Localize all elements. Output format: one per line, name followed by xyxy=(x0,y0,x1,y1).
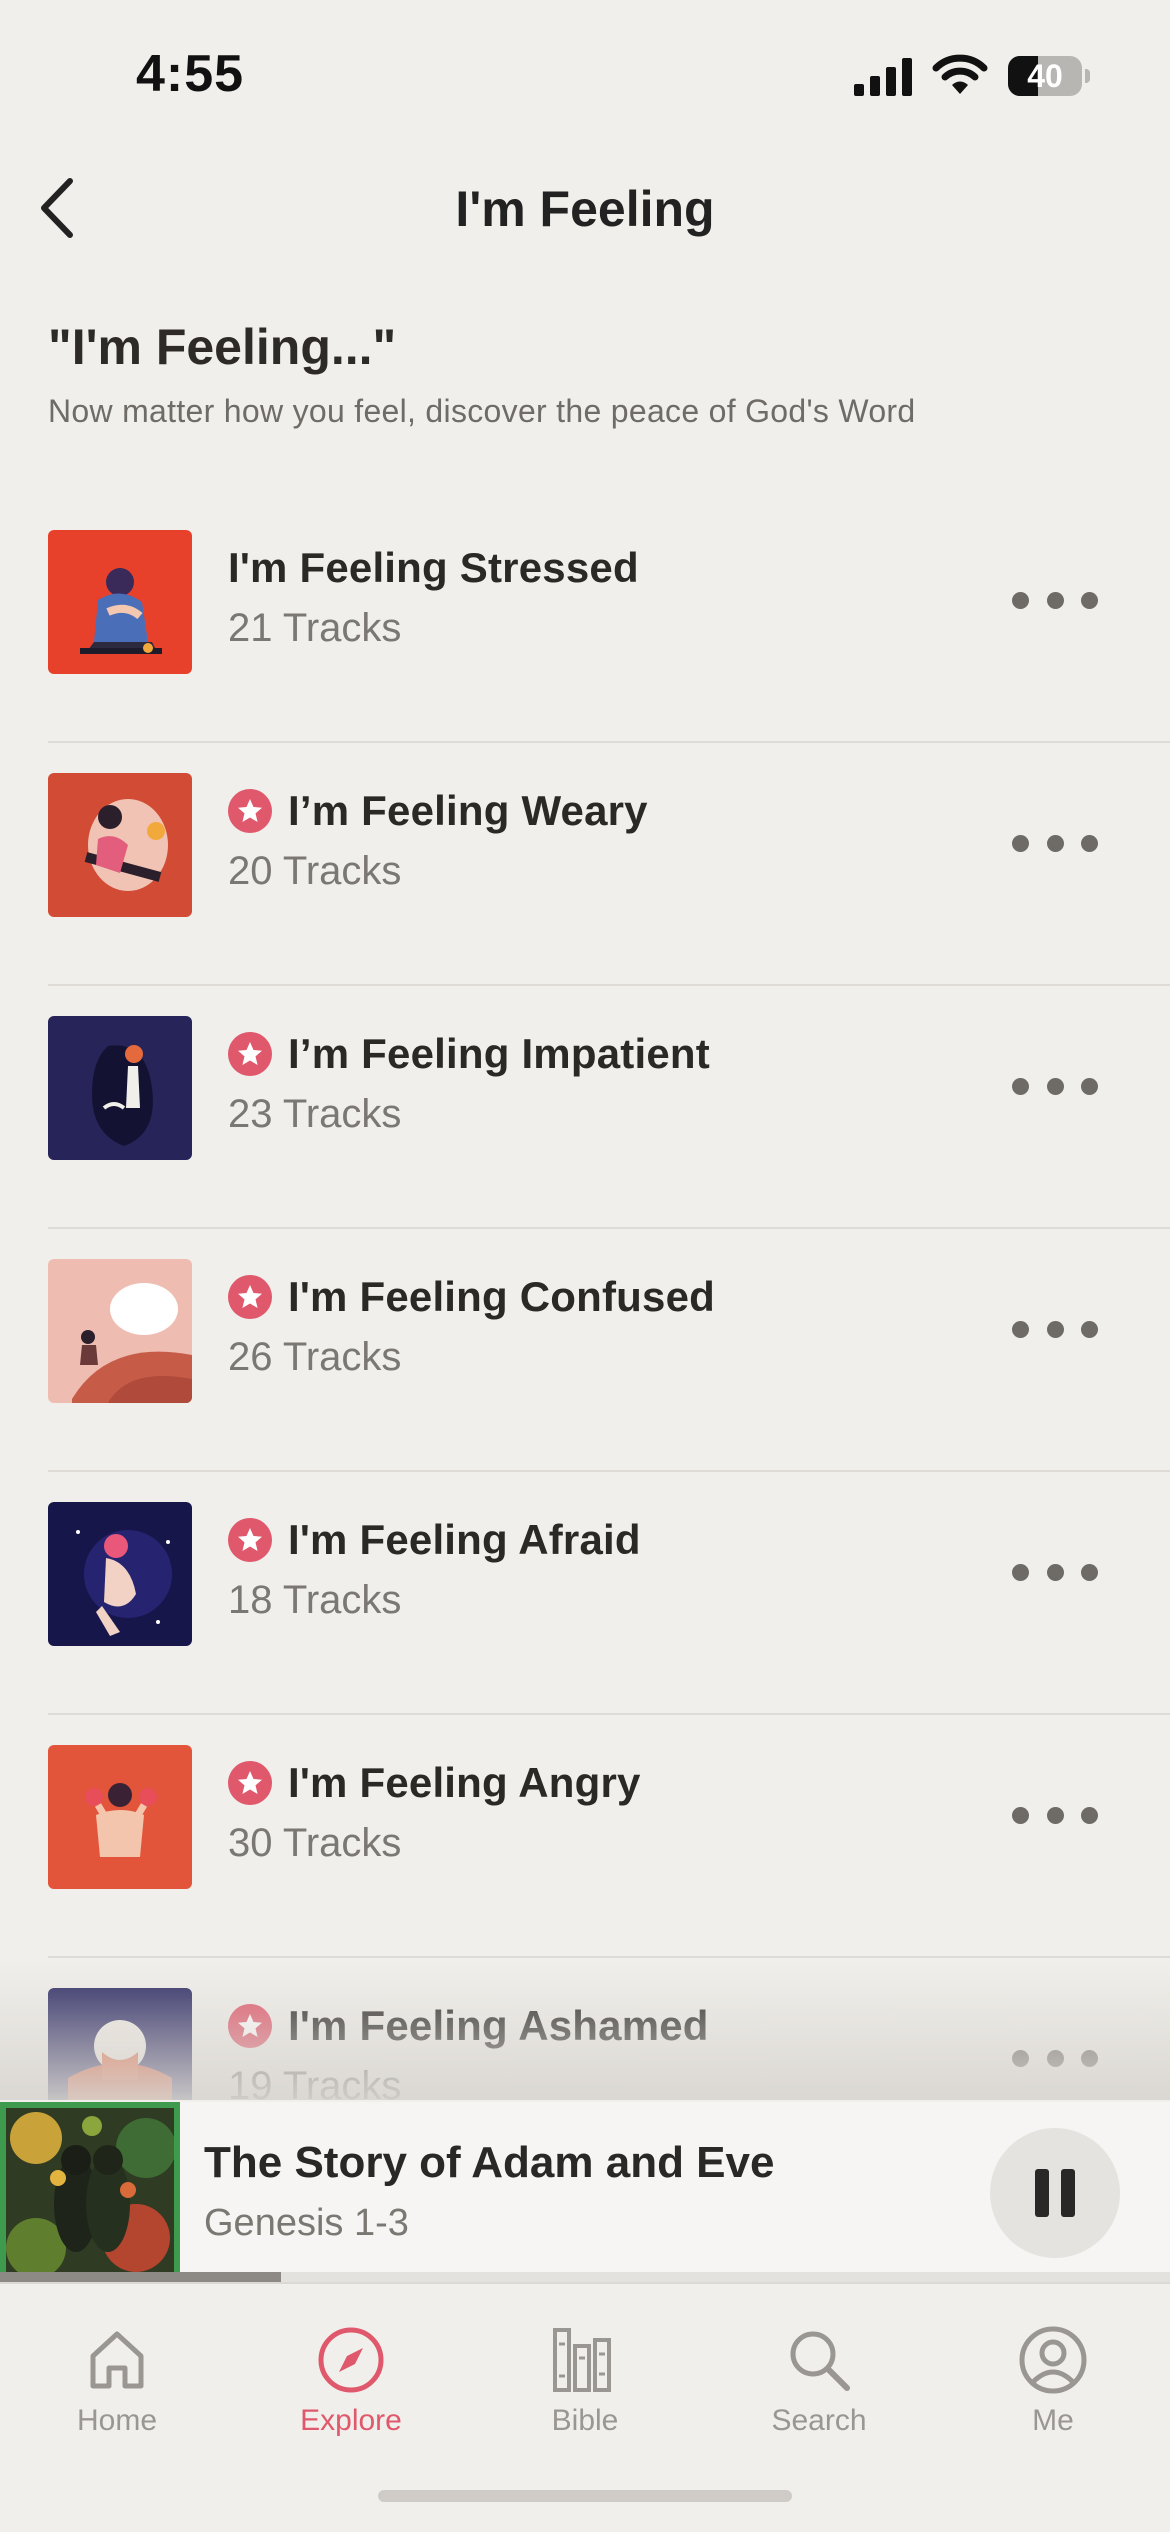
tab-label: Search xyxy=(771,2404,867,2437)
tab-home[interactable]: Home xyxy=(0,2304,234,2444)
now-playing-artwork xyxy=(0,2102,180,2282)
navigation-bar: I'm Feeling xyxy=(0,160,1170,260)
home-icon xyxy=(81,2324,153,2396)
tab-label: Me xyxy=(1032,2404,1074,2437)
playlist-artwork xyxy=(48,1745,192,1889)
tab-bible[interactable]: Bible xyxy=(468,2304,702,2444)
playlist-item[interactable]: I'm Feeling Stressed 21 Tracks xyxy=(0,500,1170,743)
playlist-item[interactable]: I'm Feeling Angry 30 Tracks xyxy=(0,1715,1170,1958)
ellipsis-icon xyxy=(1012,1320,1029,1338)
now-playing-subtitle: Genesis 1-3 xyxy=(204,2202,409,2244)
more-options-button[interactable] xyxy=(1012,578,1098,622)
battery-level: 40 xyxy=(1027,58,1063,94)
search-icon xyxy=(783,2324,855,2396)
playlist-title: I'm Feeling Angry xyxy=(288,1759,641,1806)
playlist-title: I'm Feeling Confused xyxy=(288,1273,716,1320)
playlist-track-count: 21 Tracks xyxy=(228,606,402,650)
more-options-button[interactable] xyxy=(1012,1307,1098,1351)
playback-progress-fill xyxy=(0,2272,281,2282)
ellipsis-icon xyxy=(1012,1077,1029,1095)
bible-books-icon xyxy=(549,2324,621,2396)
playlist-item[interactable]: I’m Feeling Weary 20 Tracks xyxy=(0,743,1170,986)
status-time: 4:55 xyxy=(136,45,245,103)
star-badge-icon xyxy=(228,1032,272,1076)
ellipsis-icon xyxy=(1012,1806,1029,1824)
playlist-title: I'm Feeling Stressed xyxy=(228,544,639,591)
playlist-title: I’m Feeling Weary xyxy=(288,787,648,834)
tab-me[interactable]: Me xyxy=(936,2304,1170,2444)
ellipsis-icon xyxy=(1012,1563,1029,1581)
playlist-track-count: 18 Tracks xyxy=(228,1578,402,1622)
pause-icon xyxy=(1029,2169,1081,2217)
more-options-button[interactable] xyxy=(1012,1064,1098,1108)
ellipsis-icon xyxy=(1012,834,1029,852)
playlist-track-count: 26 Tracks xyxy=(228,1335,402,1379)
section-subtitle: Now matter how you feel, discover the pe… xyxy=(48,393,916,429)
compass-icon xyxy=(315,2324,387,2396)
more-options-button[interactable] xyxy=(1012,1550,1098,1594)
tab-label: Bible xyxy=(551,2404,619,2437)
star-badge-icon xyxy=(228,1761,272,1805)
playlist-item[interactable]: I'm Feeling Afraid 18 Tracks xyxy=(0,1472,1170,1715)
playlist-track-count: 19 Tracks xyxy=(228,2064,402,2100)
playlist-item[interactable]: I'm Feeling Confused 26 Tracks xyxy=(0,1229,1170,1472)
playlist-list: I'm Feeling Stressed 21 Tracks I’m Feeling… xyxy=(0,500,1170,2100)
battery-icon: 40 xyxy=(1008,56,1090,96)
star-badge-icon xyxy=(228,1275,272,1319)
ellipsis-icon xyxy=(1012,2049,1029,2067)
home-indicator xyxy=(378,2490,792,2502)
playlist-track-count: 23 Tracks xyxy=(228,1092,402,1136)
playback-progress-bar[interactable] xyxy=(0,2272,1170,2282)
cellular-signal-icon xyxy=(854,58,914,101)
playlist-title: I'm Feeling Ashamed xyxy=(288,2002,709,2049)
tab-explore[interactable]: Explore xyxy=(234,2304,468,2444)
tab-label: Explore xyxy=(300,2404,402,2437)
playlist-title: I'm Feeling Afraid xyxy=(288,1516,641,1563)
playlist-artwork xyxy=(48,530,192,674)
playlist-artwork xyxy=(48,773,192,917)
more-options-button[interactable] xyxy=(1012,821,1098,865)
mini-player[interactable]: The Story of Adam and Eve Genesis 1-3 xyxy=(0,2102,1170,2282)
wifi-icon xyxy=(932,54,988,101)
playlist-track-count: 30 Tracks xyxy=(228,1821,402,1865)
pause-button[interactable] xyxy=(990,2128,1120,2258)
profile-icon xyxy=(1017,2324,1089,2396)
more-options-button[interactable] xyxy=(1012,1793,1098,1837)
tab-search[interactable]: Search xyxy=(702,2304,936,2444)
playlist-artwork xyxy=(48,1259,192,1403)
more-options-button[interactable] xyxy=(1012,2036,1098,2080)
playlist-artwork xyxy=(48,1502,192,1646)
star-badge-icon xyxy=(228,789,272,833)
star-badge-icon xyxy=(228,2004,272,2048)
section-title: "I'm Feeling..." xyxy=(48,319,397,375)
star-badge-icon xyxy=(228,1518,272,1562)
playlist-track-count: 20 Tracks xyxy=(228,849,402,893)
ellipsis-icon xyxy=(1012,591,1029,609)
now-playing-title: The Story of Adam and Eve xyxy=(204,2138,775,2187)
page-title: I'm Feeling xyxy=(455,181,715,237)
playlist-item[interactable]: I'm Feeling Ashamed 19 Tracks xyxy=(0,1958,1170,2100)
tab-label: Home xyxy=(76,2404,158,2437)
playlist-title: I’m Feeling Impatient xyxy=(288,1030,710,1077)
status-bar: 4:55 40 xyxy=(0,0,1170,150)
playlist-item[interactable]: I’m Feeling Impatient 23 Tracks xyxy=(0,986,1170,1229)
playlist-artwork xyxy=(48,1016,192,1160)
playlist-artwork xyxy=(48,1988,192,2100)
